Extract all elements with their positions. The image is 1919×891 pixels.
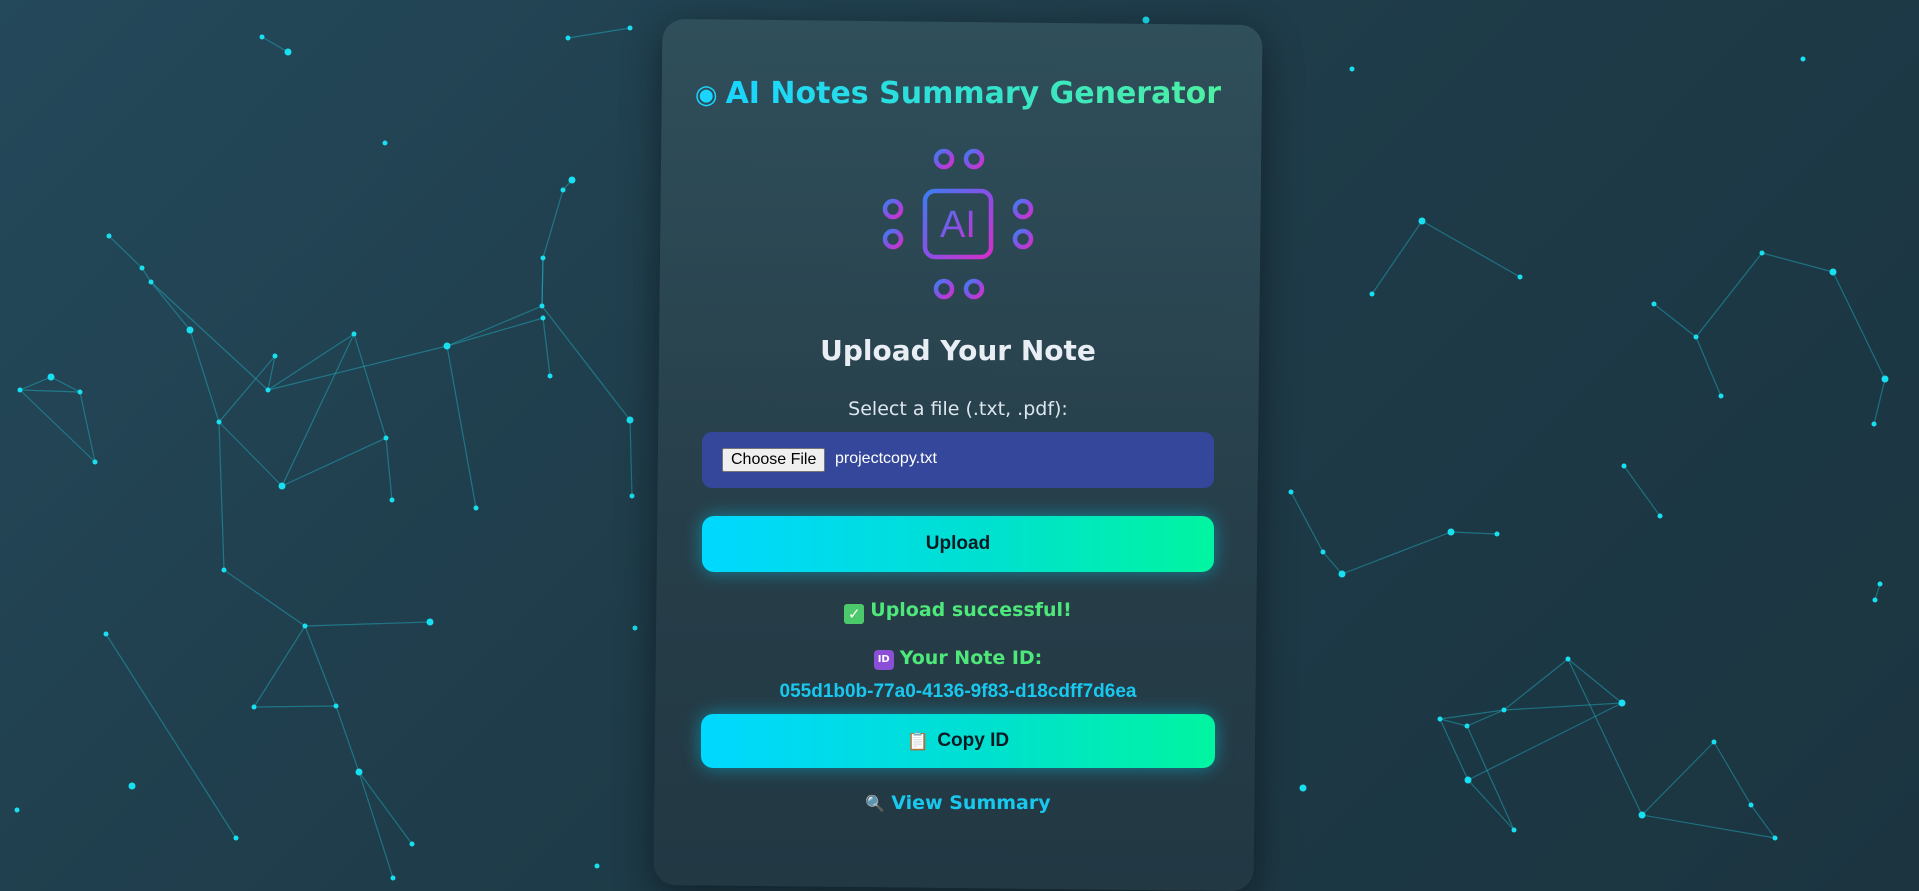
upload-button[interactable]: Upload <box>702 516 1214 572</box>
upload-heading: Upload Your Note <box>820 334 1096 367</box>
copy-id-button[interactable]: 📋 Copy ID <box>701 714 1215 768</box>
id-badge-icon: ID <box>873 650 894 670</box>
choose-file-button[interactable]: Choose File <box>722 448 826 472</box>
note-id-label-text: Your Note ID: <box>899 647 1043 669</box>
page-title: ◉ AI Notes Summary Generator <box>658 76 1258 111</box>
view-summary-label: View Summary <box>891 792 1051 814</box>
upload-status: ✓ Upload successful! <box>658 599 1258 624</box>
logo-text: AI <box>940 204 976 246</box>
file-field-label: Select a file (.txt, .pdf): <box>848 398 1068 420</box>
copy-id-label: Copy ID <box>937 730 1010 751</box>
check-icon: ✓ <box>844 604 865 624</box>
view-summary-link[interactable]: 🔍 View Summary <box>658 792 1258 814</box>
clipboard-icon: 📋 <box>906 730 930 751</box>
note-id-value: 055d1b0b-77a0-4136-9f83-d18cdff7d6ea <box>779 681 1137 702</box>
note-id-label: ID Your Note ID: <box>658 647 1258 670</box>
app-title: AI Notes Summary Generator <box>725 76 1222 111</box>
file-input[interactable]: Choose File projectcopy.txt <box>702 432 1214 488</box>
ai-chip-icon: AI <box>882 148 1034 300</box>
brain-icon: ◉ <box>694 80 718 110</box>
magnifier-icon: 🔍 <box>865 794 886 813</box>
selected-file-name: projectcopy.txt <box>835 450 937 467</box>
status-text: Upload successful! <box>870 599 1072 621</box>
